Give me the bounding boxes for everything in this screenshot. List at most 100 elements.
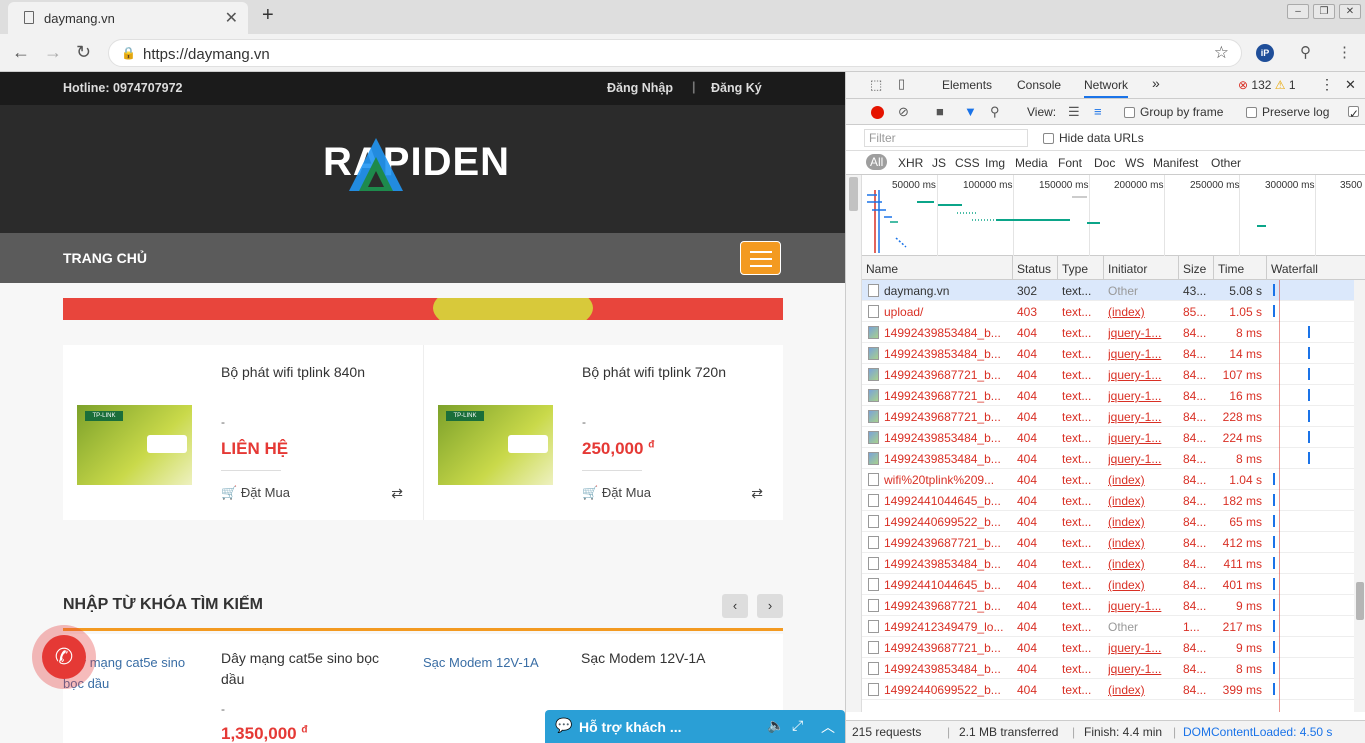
request-name[interactable]: 14992439853484_b... [884,557,1009,571]
request-initiator[interactable]: (index) [1108,515,1174,529]
request-row[interactable]: 14992412349479_lo... 404 text... Other 1... 2… [862,616,1354,637]
back-icon[interactable]: ← [12,42,30,63]
request-initiator[interactable]: jquery-1... [1108,326,1174,340]
request-row[interactable]: 14992439853484_b... 404 text... (index) 84..… [862,553,1354,574]
col-type[interactable]: Type [1062,262,1088,276]
order-button[interactable]: 🛒 Đặt Mua [582,485,651,501]
product-name[interactable]: Dây mạng cat5e sino bọc dầu [221,648,401,690]
next-arrow-button[interactable]: › [757,594,783,618]
nav-home[interactable]: TRANG CHỦ [63,250,147,266]
request-row[interactable]: 14992439687721_b... 404 text... (index) 84..… [862,532,1354,553]
request-initiator[interactable]: (index) [1108,305,1174,319]
filter-icon[interactable]: ▼ [964,104,977,119]
request-initiator[interactable]: (index) [1108,578,1174,592]
request-name[interactable]: 14992439853484_b... [884,452,1009,466]
request-name[interactable]: 14992441044645_b... [884,578,1009,592]
hamburger-menu-icon[interactable] [740,241,781,275]
request-row[interactable]: upload/403 text... (index) 85... 1.05 s [862,301,1354,322]
compare-icon[interactable]: ⇄ [391,485,403,502]
list-view-icon[interactable]: ☰ [1068,104,1080,120]
register-link[interactable]: Đăng Ký [711,81,762,95]
request-initiator[interactable]: jquery-1... [1108,389,1174,403]
request-row[interactable]: 14992439853484_b... 404 text... jquery-1...… [862,427,1354,448]
banner-image[interactable] [63,298,783,320]
product-image[interactable]: TP-LINK [428,385,563,497]
extension-icon[interactable]: ⚲ [1300,43,1311,61]
restore-button[interactable]: ❐ [1313,4,1335,19]
request-row[interactable]: 14992440699522_b... 404 text... (index) 84..… [862,511,1354,532]
request-name[interactable]: upload/ [884,305,1009,319]
type-img[interactable]: Img [985,156,1005,170]
request-row[interactable]: 14992439687721_b... 404 text... jquery-1...… [862,385,1354,406]
request-initiator[interactable]: (index) [1108,683,1174,697]
waterfall-view-icon[interactable]: ≡ [1094,104,1102,119]
close-tab-icon[interactable]: ✕ [225,8,238,28]
ip-extension-icon[interactable]: iP [1256,44,1274,62]
close-devtools-icon[interactable]: ✕ [1345,77,1356,93]
request-name[interactable]: 14992440699522_b... [884,683,1009,697]
type-xhr[interactable]: XHR [898,156,923,170]
type-other[interactable]: Other [1211,156,1241,170]
request-name[interactable]: 14992439687721_b... [884,641,1009,655]
network-request-list[interactable]: daymang.vn 302 text... Other 43... 5.08 s uplo… [862,280,1354,712]
request-row[interactable]: daymang.vn 302 text... Other 43... 5.08 s [862,280,1354,301]
order-button[interactable]: 🛒 Đặt Mua [221,485,290,501]
forward-icon[interactable]: → [44,42,62,63]
filter-input[interactable]: Filter [864,129,1028,147]
type-manifest[interactable]: Manifest [1153,156,1198,170]
request-initiator[interactable]: (index) [1108,557,1174,571]
type-font[interactable]: Font [1058,156,1082,170]
disable-cache-checkbox[interactable]: ✓ [1348,105,1364,121]
request-row[interactable]: 14992441044645_b... 404 text... (index) 84..… [862,490,1354,511]
tab-console[interactable]: Console [1017,78,1061,92]
support-chat-bar[interactable]: 💬 Hỗ trợ khách ... 🔈 ⤢ ︿ [545,710,845,743]
type-css[interactable]: CSS [955,156,980,170]
request-name[interactable]: 14992412349479_lo... [884,620,1009,634]
request-name[interactable]: 14992439687721_b... [884,599,1009,613]
request-initiator[interactable]: (index) [1108,494,1174,508]
request-row[interactable]: wifi%20tplink%209... 404 text... (index) 84.… [862,469,1354,490]
col-status[interactable]: Status [1017,262,1051,276]
close-window-button[interactable]: ✕ [1339,4,1361,19]
type-doc[interactable]: Doc [1094,156,1115,170]
request-list-scrollbar[interactable] [1354,280,1365,712]
col-waterfall[interactable]: Waterfall [1271,262,1318,276]
request-initiator[interactable]: Other [1108,620,1174,634]
browser-tab[interactable]: daymang.vn ✕ [8,2,248,34]
device-toggle-icon[interactable]: ▯ [898,76,905,92]
request-initiator[interactable]: jquery-1... [1108,410,1174,424]
request-initiator[interactable]: (index) [1108,536,1174,550]
request-name[interactable]: 14992440699522_b... [884,515,1009,529]
request-row[interactable]: 14992439853484_b... 404 text... jquery-1...… [862,343,1354,364]
request-row[interactable]: 14992439853484_b... 404 text... jquery-1...… [862,658,1354,679]
request-name[interactable]: 14992439853484_b... [884,347,1009,361]
new-tab-button[interactable]: + [262,4,274,27]
product-image[interactable]: TP-LINK [67,385,202,497]
call-button[interactable]: ✆ [32,625,96,689]
request-initiator[interactable]: jquery-1... [1108,347,1174,361]
compare-icon[interactable]: ⇄ [751,485,763,502]
login-link[interactable]: Đăng Nhập [607,81,673,95]
menu-icon[interactable]: ⋮ [1337,43,1352,61]
minimize-button[interactable]: – [1287,4,1309,19]
tab-network[interactable]: Network [1084,78,1129,98]
url-text[interactable]: https://daymang.vn [143,46,270,63]
request-name[interactable]: 14992439687721_b... [884,536,1009,550]
omnibox[interactable]: 🔒 https://daymang.vn ☆ [108,39,1242,67]
request-row[interactable]: 14992439687721_b... 404 text... jquery-1...… [862,595,1354,616]
broken-image-alt[interactable]: Sạc Modem 12V-1A [423,652,563,673]
devtools-menu-icon[interactable]: ⋮ [1320,76,1334,93]
request-name[interactable]: wifi%20tplink%209... [884,473,1009,487]
request-name[interactable]: 14992439687721_b... [884,368,1009,382]
col-size[interactable]: Size [1183,262,1206,276]
request-initiator[interactable]: jquery-1... [1108,662,1174,676]
col-initiator[interactable]: Initiator [1108,262,1147,276]
type-js[interactable]: JS [932,156,946,170]
request-row[interactable]: 14992441044645_b... 404 text... (index) 84..… [862,574,1354,595]
sound-icon[interactable]: 🔈 [767,717,784,734]
request-name[interactable]: 14992439853484_b... [884,662,1009,676]
request-name[interactable]: 14992439687721_b... [884,389,1009,403]
prev-arrow-button[interactable]: ‹ [722,594,748,618]
hide-data-urls-checkbox[interactable]: Hide data URLs [1043,131,1144,145]
request-initiator[interactable]: jquery-1... [1108,431,1174,445]
